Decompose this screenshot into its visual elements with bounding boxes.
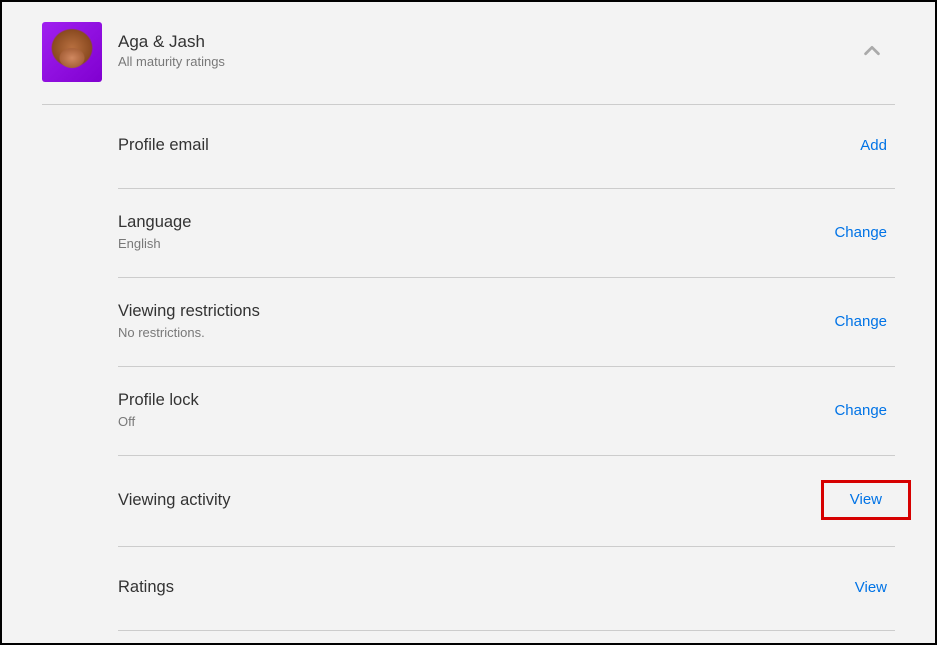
profile-info: Aga & Jash All maturity ratings	[118, 22, 895, 69]
setting-row-viewing-restrictions: Viewing restrictions No restrictions. Ch…	[118, 278, 895, 367]
setting-value: No restrictions.	[118, 325, 260, 340]
chevron-up-icon	[861, 49, 883, 66]
add-email-link[interactable]: Add	[848, 129, 899, 162]
profile-header: Aga & Jash All maturity ratings	[42, 22, 895, 105]
setting-left: Language English	[118, 213, 191, 251]
setting-title: Profile email	[118, 136, 209, 155]
setting-row-ratings: Ratings View	[118, 547, 895, 631]
profile-avatar[interactable]	[42, 22, 102, 82]
profile-name: Aga & Jash	[118, 32, 895, 52]
setting-left: Viewing restrictions No restrictions.	[118, 302, 260, 340]
setting-value: Off	[118, 414, 199, 429]
setting-row-viewing-activity: Viewing activity View	[118, 456, 895, 547]
view-ratings-link[interactable]: View	[843, 571, 899, 604]
setting-title: Profile lock	[118, 391, 199, 410]
setting-row-profile-email: Profile email Add	[118, 105, 895, 189]
highlight-box: View	[821, 480, 911, 520]
setting-left: Profile lock Off	[118, 391, 199, 429]
setting-title: Viewing restrictions	[118, 302, 260, 321]
setting-row-language: Language English Change	[118, 189, 895, 278]
view-activity-link[interactable]: View	[850, 491, 882, 508]
setting-left: Profile email	[118, 136, 209, 155]
setting-left: Ratings	[118, 578, 174, 597]
collapse-toggle[interactable]	[861, 40, 883, 67]
setting-row-profile-lock: Profile lock Off Change	[118, 367, 895, 456]
setting-left: Viewing activity	[118, 491, 231, 510]
change-restrictions-link[interactable]: Change	[822, 305, 899, 338]
setting-title: Language	[118, 213, 191, 232]
setting-title: Viewing activity	[118, 491, 231, 510]
settings-list: Profile email Add Language English Chang…	[42, 105, 895, 631]
setting-value: English	[118, 236, 191, 251]
change-profile-lock-link[interactable]: Change	[822, 394, 899, 427]
change-language-link[interactable]: Change	[822, 216, 899, 249]
profile-maturity-label: All maturity ratings	[118, 54, 895, 69]
setting-title: Ratings	[118, 578, 174, 597]
